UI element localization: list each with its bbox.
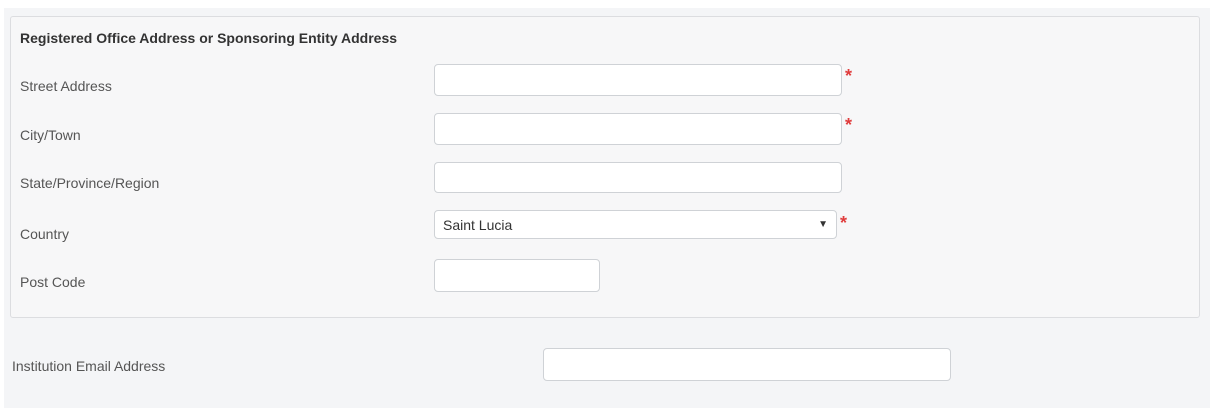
city-town-required-mark: *: [845, 115, 853, 135]
state-province-region-input[interactable]: [434, 162, 842, 193]
institution-email-input[interactable]: [543, 348, 951, 381]
street-address-label: Street Address: [20, 78, 112, 94]
top-strip: [0, 0, 1214, 8]
section-title: Registered Office Address or Sponsoring …: [20, 30, 398, 46]
state-province-region-label: State/Province/Region: [20, 175, 160, 191]
country-selected-value: Saint Lucia: [443, 216, 513, 233]
post-code-input[interactable]: [434, 259, 600, 292]
country-required-mark: *: [840, 213, 848, 233]
post-code-label: Post Code: [20, 274, 86, 290]
institution-email-label: Institution Email Address: [12, 358, 166, 374]
city-town-label: City/Town: [20, 127, 81, 143]
country-select[interactable]: Saint Lucia ▼: [434, 210, 837, 239]
street-address-required-mark: *: [845, 66, 853, 86]
street-address-input[interactable]: [434, 64, 842, 96]
country-label: Country: [20, 226, 70, 242]
city-town-input[interactable]: [434, 113, 842, 145]
chevron-down-icon: ▼: [818, 219, 828, 230]
